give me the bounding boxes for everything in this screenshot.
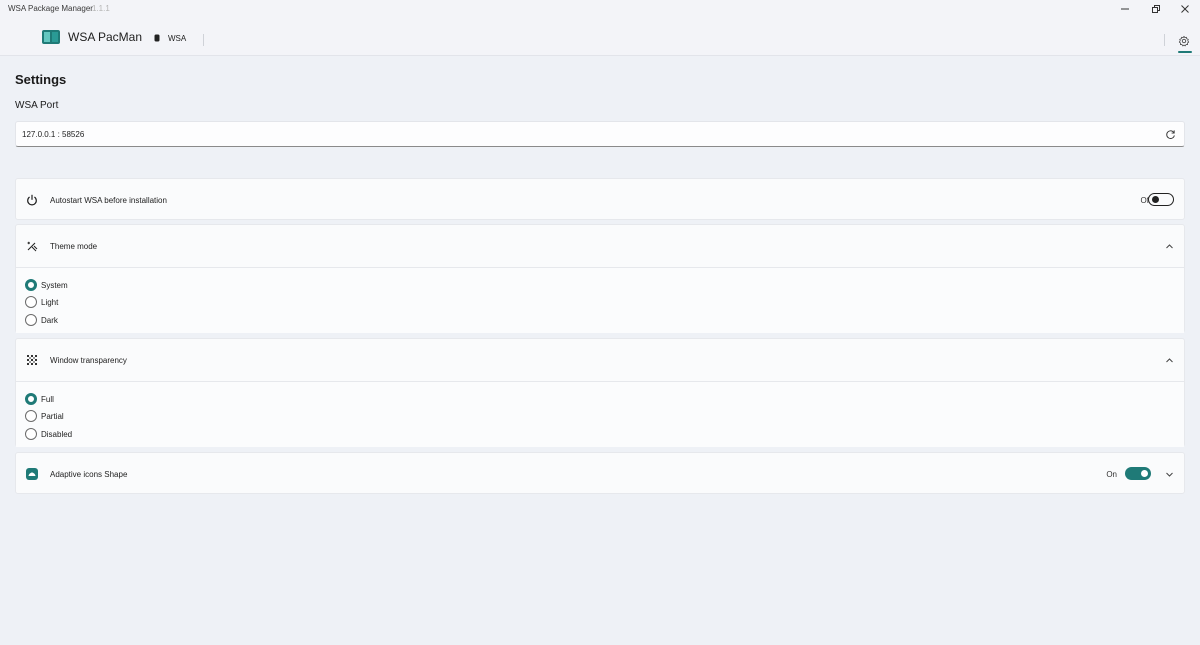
active-tab-indicator: [1178, 51, 1192, 53]
nav-item-label: WSA: [168, 33, 187, 43]
gear-icon: [1178, 35, 1190, 47]
settings-button[interactable]: [1176, 33, 1192, 49]
theme-header[interactable]: Theme mode: [16, 225, 1184, 267]
power-icon: [26, 194, 38, 206]
transparency-header[interactable]: Window transparency: [16, 339, 1184, 381]
minimize-icon: [1121, 8, 1129, 10]
brand-name: WSA PacMan: [68, 30, 143, 44]
radio-partial[interactable]: Partial: [25, 409, 64, 423]
maximize-button[interactable]: [1141, 0, 1171, 18]
adaptive-header[interactable]: Adaptive icons Shape On: [16, 453, 1184, 495]
radio-disabled[interactable]: Disabled: [25, 427, 72, 441]
radio-button[interactable]: [25, 410, 37, 422]
package-logo-icon: [42, 30, 60, 44]
refresh-icon[interactable]: [1165, 129, 1176, 140]
chevron-up-icon[interactable]: [1165, 242, 1174, 251]
radio-full[interactable]: Full: [25, 392, 54, 406]
theme-options: System Light Dark: [16, 267, 1184, 333]
brand[interactable]: WSA PacMan: [42, 27, 142, 47]
window-version: 1.1.1: [92, 4, 110, 13]
port-input[interactable]: 127.0.0.1 : 58526: [15, 121, 1185, 147]
adaptive-toggle[interactable]: [1125, 467, 1151, 480]
radio-dark[interactable]: Dark: [25, 313, 58, 327]
radio-label: Dark: [41, 315, 58, 325]
chevron-up-icon[interactable]: [1165, 356, 1174, 365]
theme-icon: [26, 240, 38, 252]
theme-label: Theme mode: [50, 242, 98, 251]
close-icon: [1181, 5, 1189, 13]
radio-label: Full: [41, 394, 54, 404]
transparency-setting: Window transparency Full Partial Disable…: [15, 338, 1185, 447]
autostart-label: Autostart WSA before installation: [50, 196, 167, 205]
nav-item-wsa[interactable]: WSA: [154, 30, 186, 46]
autostart-header: Autostart WSA before installation Off: [16, 179, 1184, 221]
radio-button-checked[interactable]: [25, 279, 37, 291]
nav-divider: [1164, 34, 1165, 46]
radio-system[interactable]: System: [25, 278, 68, 292]
chevron-down-icon[interactable]: [1165, 470, 1174, 479]
radio-label: Disabled: [41, 429, 73, 439]
transparency-label: Window transparency: [50, 356, 127, 365]
autostart-setting: Autostart WSA before installation Off: [15, 178, 1185, 220]
nav-divider: [203, 34, 204, 46]
transparency-icon: [26, 354, 38, 366]
radio-label: Light: [41, 297, 59, 307]
radio-button[interactable]: [25, 428, 37, 440]
adaptive-icons-setting: Adaptive icons Shape On: [15, 452, 1185, 494]
radio-button-checked[interactable]: [25, 393, 37, 405]
radio-label: System: [41, 280, 68, 290]
radio-button[interactable]: [25, 314, 37, 326]
adaptive-label: Adaptive icons Shape: [50, 470, 128, 479]
port-value: 127.0.0.1 : 58526: [22, 130, 85, 139]
theme-setting: Theme mode System Light Dark: [15, 224, 1185, 333]
radio-label: Partial: [41, 411, 64, 421]
toggle-knob: [1141, 470, 1148, 477]
close-button[interactable]: [1170, 0, 1200, 18]
radio-light[interactable]: Light: [25, 295, 58, 309]
minimize-button[interactable]: [1110, 0, 1140, 18]
autostart-toggle[interactable]: [1148, 193, 1174, 206]
window-title: WSA Package Manager: [8, 4, 93, 13]
android-icon: [154, 34, 160, 42]
title-bar: WSA Package Manager 1.1.1: [0, 0, 1200, 18]
navigation-bar: WSA PacMan WSA: [0, 18, 1200, 56]
adaptive-state: On: [1106, 470, 1117, 479]
toggle-knob: [1152, 196, 1159, 203]
adaptive-icon: [26, 468, 38, 480]
port-label: WSA Port: [15, 100, 59, 111]
restore-icon: [1152, 5, 1160, 13]
page-title: Settings: [15, 72, 67, 87]
transparency-options: Full Partial Disabled: [16, 381, 1184, 447]
radio-button[interactable]: [25, 296, 37, 308]
